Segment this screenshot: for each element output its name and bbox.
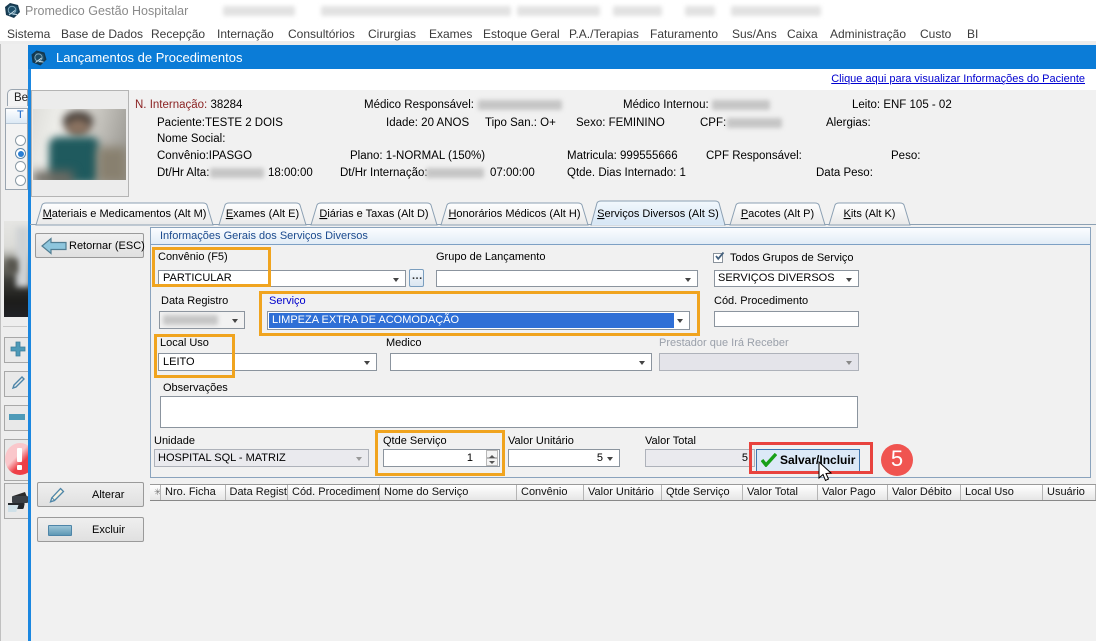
svg-text:Honorários Médicos (Alt H): Honorários Médicos (Alt H) (448, 208, 580, 220)
svg-text:Materiais e Medicamentos (Alt: Materiais e Medicamentos (Alt M) (43, 208, 207, 220)
svg-text:Kits (Alt K): Kits (Alt K) (844, 208, 896, 220)
svg-text:Diárias e Taxas (Alt D): Diárias e Taxas (Alt D) (319, 208, 428, 220)
svg-text:Exames (Alt E): Exames (Alt E) (226, 208, 299, 220)
svg-text:Pacotes (Alt P): Pacotes (Alt P) (741, 208, 814, 220)
svg-text:Serviços Diversos (Alt S): Serviços Diversos (Alt S) (597, 208, 719, 220)
